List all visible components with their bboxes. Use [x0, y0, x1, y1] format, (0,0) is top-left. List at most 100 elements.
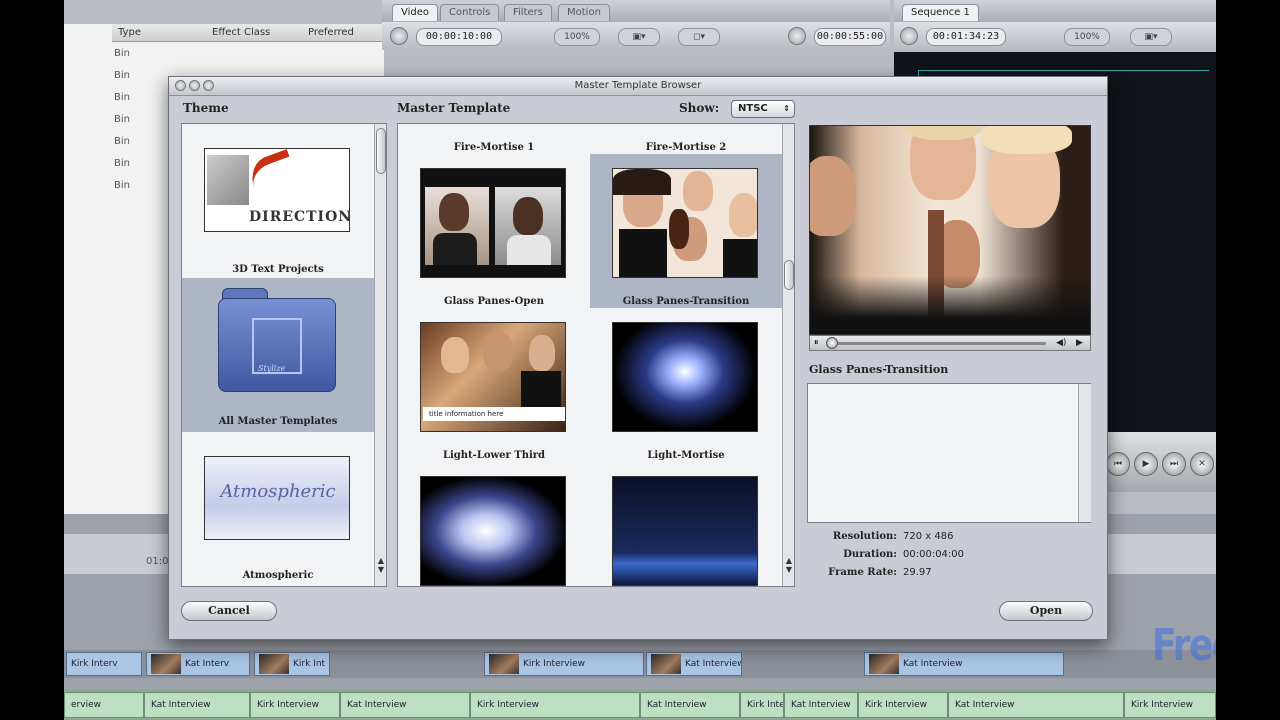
close-window-icon[interactable] [175, 80, 186, 91]
template-label: Light-Mortise [647, 450, 725, 461]
viewer-overlay-popup[interactable]: ◻▾ [678, 28, 720, 46]
theme-scrollbar[interactable]: ▲ ▼ [374, 124, 386, 586]
tab-sequence-1[interactable]: Sequence 1 [902, 4, 979, 21]
video-clip[interactable]: Kirk Interv [66, 652, 142, 676]
audio-clip[interactable]: Kirk Interview [1124, 692, 1216, 718]
audio-clip[interactable]: Kat Interview [784, 692, 858, 718]
canvas-display-popup[interactable]: ▣▾ [1130, 28, 1172, 46]
theme-scroll-thumb[interactable] [376, 128, 386, 174]
video-clip[interactable]: Kat Interv [146, 652, 250, 676]
video-clip[interactable]: Kirk Int [254, 652, 330, 676]
bin-row[interactable]: Bin [114, 70, 130, 81]
bin-row[interactable]: Bin [114, 114, 130, 125]
canvas-zoom-popup[interactable]: 100% [1064, 28, 1110, 46]
description-scrollbar[interactable] [1078, 384, 1091, 522]
audio-clip[interactable]: erview [64, 692, 144, 718]
column-header-effect-class[interactable]: Effect Class [206, 24, 302, 42]
template-label: Fire-Mortise 1 [453, 142, 535, 153]
template-thumbnail-fire-mortise-2[interactable] [612, 168, 758, 278]
step-forward-icon[interactable]: ▶ [1076, 337, 1083, 349]
viewer-display-popup[interactable]: ▣▾ [618, 28, 660, 46]
open-button[interactable]: Open [999, 601, 1093, 621]
canvas-timecode[interactable]: 00:01:34:23 [926, 28, 1006, 46]
folder-icon: Stylize [218, 288, 336, 392]
canvas-transport-controls: ⏮ ▶ ⏭ ✕ [1104, 432, 1216, 492]
video-clip[interactable]: Kirk Interview [484, 652, 644, 676]
column-header-type[interactable]: Type [112, 24, 206, 42]
bin-row[interactable]: Bin [114, 158, 130, 169]
close-icon[interactable]: ✕ [1190, 452, 1214, 476]
resolution-label: Resolution: [832, 531, 897, 542]
volume-icon[interactable]: ◀) [1056, 337, 1066, 349]
column-header-preferred[interactable]: Preferred [302, 24, 384, 42]
preview-scrubber-bar: ⏸ ◀) ▶ [809, 335, 1091, 351]
final-cut-pro-app: Type Effect Class Preferred Bin Bin Bin … [64, 0, 1216, 720]
bin-row[interactable]: Bin [114, 136, 130, 147]
canvas-control-bar: 00:01:34:23 100% ▣▾ [894, 22, 1216, 50]
preview-playhead[interactable] [826, 337, 838, 349]
zoom-window-icon[interactable] [203, 80, 214, 91]
template-grid: Fire-Mortise 1 Fire-Mortise 2 Glass Pane… [397, 123, 795, 587]
video-clip[interactable]: Kat Interview [864, 652, 1064, 676]
pause-icon[interactable]: ⏸ [814, 337, 819, 349]
scroll-arrows-icon[interactable]: ▲ ▼ [375, 556, 386, 574]
audio-clip[interactable]: Kirk Interview [858, 692, 948, 718]
minimize-window-icon[interactable] [189, 80, 200, 91]
viewer-timecode-current[interactable]: 00:00:55:00 [814, 28, 886, 46]
template-thumbnail-fire-mortise-1[interactable] [420, 168, 566, 278]
audio-clip[interactable]: Kirk Interview [470, 692, 640, 718]
template-thumbnail-glass-panes-transition[interactable] [612, 322, 758, 432]
tab-video[interactable]: Video [392, 4, 439, 21]
shuttle-dial-icon[interactable] [788, 27, 806, 45]
preview-video [809, 125, 1091, 335]
clip-thumbnail [651, 653, 681, 674]
template-thumbnail-light-lower-third[interactable] [420, 476, 566, 586]
bin-row[interactable]: Bin [114, 180, 130, 191]
clip-thumbnail [151, 653, 181, 674]
cancel-button[interactable]: Cancel [181, 601, 277, 621]
bin-row[interactable]: Bin [114, 92, 130, 103]
template-scrollbar[interactable]: ▲ ▼ [782, 124, 794, 586]
clip-label: Kat Interview [903, 659, 963, 669]
template-thumbnail-light-mortise[interactable] [612, 476, 758, 586]
clip-thumbnail [869, 653, 899, 674]
video-clip[interactable]: Kat Interview [646, 652, 742, 676]
clip-thumbnail [489, 653, 519, 674]
play-icon[interactable]: ▶ [1134, 452, 1158, 476]
show-format-select[interactable]: NTSC ⇕ [731, 100, 795, 118]
scroll-arrows-icon[interactable]: ▲ ▼ [783, 556, 794, 574]
audio-clip[interactable]: Kat Interview [640, 692, 740, 718]
theme-thumbnail: DIRECTIONS [204, 148, 350, 232]
tab-controls[interactable]: Controls [440, 4, 500, 21]
clip-label: Kirk Interv [71, 659, 118, 669]
theme-thumbnail: Atmospheric [204, 456, 350, 540]
master-template-header: Master Template [397, 101, 511, 115]
previous-edit-icon[interactable]: ⏮ [1106, 452, 1130, 476]
audio-clip[interactable]: Kirk Interview [250, 692, 340, 718]
audio-clip[interactable]: Kat Interview [948, 692, 1124, 718]
audio-clip[interactable]: Kirk Interview [740, 692, 784, 718]
theme-item-atmospheric[interactable]: Atmospheric Atmospheric [182, 432, 374, 586]
theme-label: Atmospheric [242, 570, 314, 581]
theme-item-all-master-templates[interactable]: Stylize All Master Templates [182, 278, 374, 432]
preview-scrubber-track[interactable] [832, 342, 1046, 345]
viewer-timecode-duration[interactable]: 00:00:10:00 [416, 28, 502, 46]
show-format-value: NTSC [738, 103, 768, 114]
viewer-zoom-popup[interactable]: 100% [554, 28, 600, 46]
viewer-tab-bar: Video Controls Filters Motion [382, 0, 890, 22]
jog-dial-icon[interactable] [390, 27, 408, 45]
canvas-jog-dial-icon[interactable] [900, 27, 918, 45]
show-label: Show: [679, 101, 720, 115]
template-thumbnail-glass-panes-open[interactable]: title information here [420, 322, 566, 432]
next-edit-icon[interactable]: ⏭ [1162, 452, 1186, 476]
audio-clip[interactable]: Kat Interview [340, 692, 470, 718]
template-label: Fire-Mortise 2 [645, 142, 727, 153]
theme-header: Theme [183, 101, 229, 115]
tab-filters[interactable]: Filters [504, 4, 552, 21]
clip-thumbnail [259, 653, 289, 674]
audio-clip[interactable]: Kat Interview [144, 692, 250, 718]
bin-row[interactable]: Bin [114, 48, 130, 59]
theme-item-3d-text-projects[interactable]: DIRECTIONS 3D Text Projects [182, 124, 374, 278]
template-scroll-thumb[interactable] [784, 260, 794, 290]
tab-motion[interactable]: Motion [558, 4, 610, 21]
